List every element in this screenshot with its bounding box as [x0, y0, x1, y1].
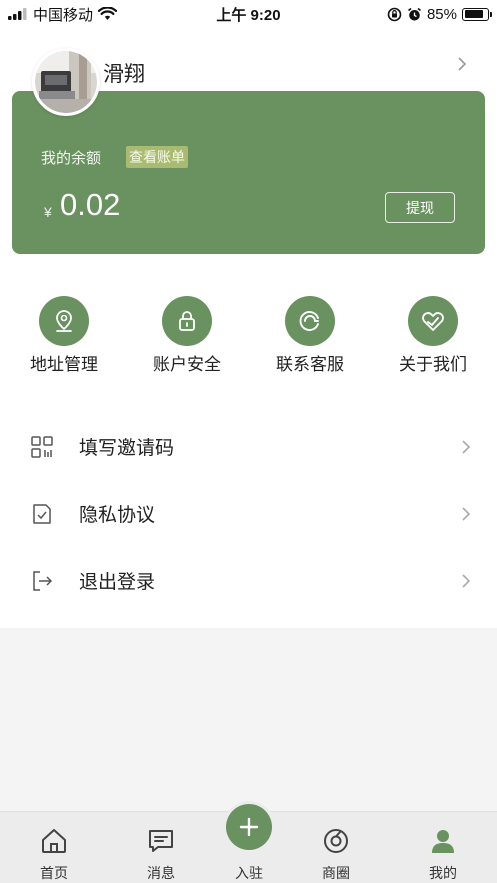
battery-icon — [462, 7, 492, 21]
battery-percent: 85% — [426, 5, 457, 23]
status-right: 85% — [387, 5, 492, 23]
tab-label: 首页 — [40, 865, 68, 881]
view-bill-link[interactable]: 查看账单 — [126, 146, 188, 168]
alarm-icon — [407, 7, 421, 21]
quick-action-circle — [285, 296, 335, 346]
tab-home[interactable]: 首页 — [14, 812, 94, 883]
signal-icon — [8, 8, 27, 20]
menu-label: 隐私协议 — [79, 505, 156, 526]
currency-symbol: ¥ — [44, 204, 52, 220]
logout-icon — [33, 570, 53, 591]
quick-action-label: 关于我们 — [399, 355, 467, 374]
balance-card: 我的余额 查看账单 ¥ 0.02 提现 — [12, 91, 485, 254]
profile-chevron-right-icon[interactable] — [457, 56, 467, 72]
chevron-right-icon — [462, 439, 471, 454]
invite-code-icon — [31, 435, 53, 458]
quick-action-address[interactable]: 地址管理 — [9, 296, 119, 375]
heart-check-icon — [422, 312, 444, 331]
carrier-name: 中国移动 — [33, 6, 94, 24]
profile-section: 滑翔 我的余额 查看账单 ¥ 0.02 提现 地址管理 账户安全 联系客服 关于… — [0, 28, 497, 628]
tab-label: 我的 — [429, 865, 457, 881]
battery-level — [464, 10, 484, 18]
quick-action-support[interactable]: 联系客服 — [255, 296, 365, 375]
tab-join[interactable]: 入驻 — [209, 812, 289, 883]
chevron-right-icon — [462, 573, 471, 588]
quick-action-label: 地址管理 — [30, 355, 98, 374]
location-pin-icon — [56, 310, 72, 332]
quick-action-circle — [39, 296, 89, 346]
quick-action-label: 账户安全 — [153, 355, 221, 374]
wifi-icon — [98, 7, 118, 20]
tab-label: 消息 — [147, 865, 175, 881]
quick-action-label: 联系客服 — [276, 355, 344, 374]
customer-service-icon — [299, 311, 319, 331]
status-left: 中国移动 — [8, 4, 118, 25]
tab-label: 商圈 — [322, 865, 350, 881]
bottom-tab-bar: 首页 消息 入驻 商圈 我的 — [0, 804, 497, 883]
tab-messages[interactable]: 消息 — [121, 812, 201, 883]
business-circle-icon — [324, 829, 348, 853]
settings-menu: 填写邀请码 隐私协议 退出登录 — [0, 413, 497, 614]
quick-actions: 地址管理 账户安全 联系客服 关于我们 — [0, 296, 497, 376]
quick-action-circle — [162, 296, 212, 346]
avatar-image — [35, 51, 97, 113]
message-icon — [149, 830, 173, 852]
rotation-lock-icon — [387, 7, 402, 21]
lock-icon — [179, 311, 195, 331]
balance-amount: 0.02 — [60, 187, 121, 222]
menu-label: 退出登录 — [79, 572, 156, 593]
quick-action-circle — [408, 296, 458, 346]
chevron-right-icon — [462, 506, 471, 521]
quick-action-about[interactable]: 关于我们 — [378, 296, 488, 375]
tab-mine[interactable]: 我的 — [403, 812, 483, 883]
user-icon — [432, 830, 454, 853]
privacy-doc-icon — [33, 503, 51, 524]
menu-item-logout[interactable]: 退出登录 — [0, 547, 497, 614]
avatar[interactable] — [32, 48, 100, 116]
tab-label: 入驻 — [235, 865, 263, 881]
menu-label: 填写邀请码 — [79, 438, 175, 459]
quick-action-security[interactable]: 账户安全 — [132, 296, 242, 375]
home-icon — [42, 829, 66, 853]
menu-item-privacy[interactable]: 隐私协议 — [0, 480, 497, 547]
status-bar: 中国移动 上午 9:20 85% — [0, 0, 497, 28]
user-name[interactable]: 滑翔 — [103, 58, 145, 88]
balance-label: 我的余额 — [41, 150, 102, 167]
app-screen: 中国移动 上午 9:20 85% 滑翔 我的余额 查看账单 ¥ 0.02 提现 … — [0, 0, 497, 883]
tab-business-circle[interactable]: 商圈 — [296, 812, 376, 883]
menu-item-invite-code[interactable]: 填写邀请码 — [0, 413, 497, 480]
withdraw-button[interactable]: 提现 — [385, 192, 455, 223]
